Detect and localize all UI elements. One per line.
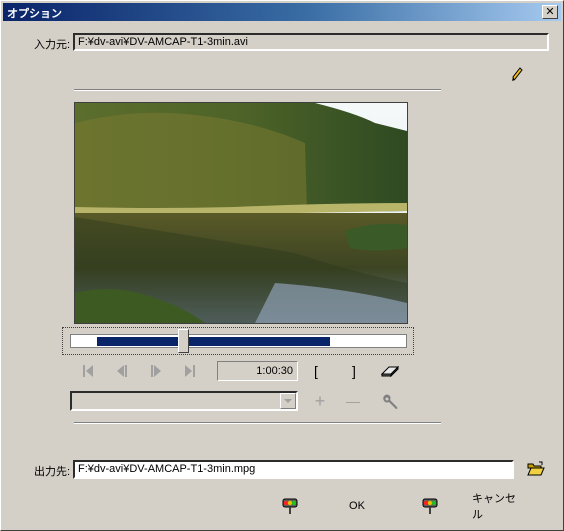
close-button[interactable]: ✕ (542, 5, 558, 19)
remove-segment-button[interactable]: — (344, 392, 362, 410)
add-segment-button[interactable]: + (311, 391, 329, 411)
eraser-icon[interactable] (380, 362, 400, 380)
ok-button[interactable]: OK (340, 496, 374, 516)
step-forward-icon[interactable] (148, 362, 164, 380)
cancel-button[interactable]: キャンセル (472, 493, 524, 521)
title-bar: オプション ✕ (3, 3, 561, 21)
step-back-icon[interactable] (114, 362, 130, 380)
output-label: 出力先: (34, 466, 71, 478)
separator-bottom (74, 422, 441, 424)
separator-top (74, 89, 441, 91)
seek-slider-thumb[interactable] (178, 329, 189, 353)
selection-range (97, 337, 330, 346)
skip-start-icon[interactable] (80, 362, 96, 380)
skip-end-icon[interactable] (182, 362, 198, 380)
input-label: 入力元: (34, 39, 71, 51)
traffic-light-icon (280, 496, 300, 516)
time-display: 1:00:30 (217, 361, 298, 381)
input-path-field: F:¥dv-avi¥DV-AMCAP-T1-3min.avi (73, 33, 549, 51)
wrench-icon[interactable] (380, 392, 400, 412)
folder-open-icon[interactable] (526, 459, 546, 479)
traffic-light-icon (420, 496, 440, 516)
output-path-input[interactable]: F:¥dv-avi¥DV-AMCAP-T1-3min.mpg (73, 460, 514, 479)
segment-select[interactable] (70, 391, 298, 411)
video-preview (74, 102, 408, 324)
mark-out-button[interactable]: ] (346, 362, 362, 380)
combo-dropdown-button[interactable] (280, 393, 296, 409)
pencil-icon[interactable] (509, 65, 525, 83)
mark-in-button[interactable]: [ (308, 362, 324, 380)
window-title: オプション (7, 8, 62, 20)
